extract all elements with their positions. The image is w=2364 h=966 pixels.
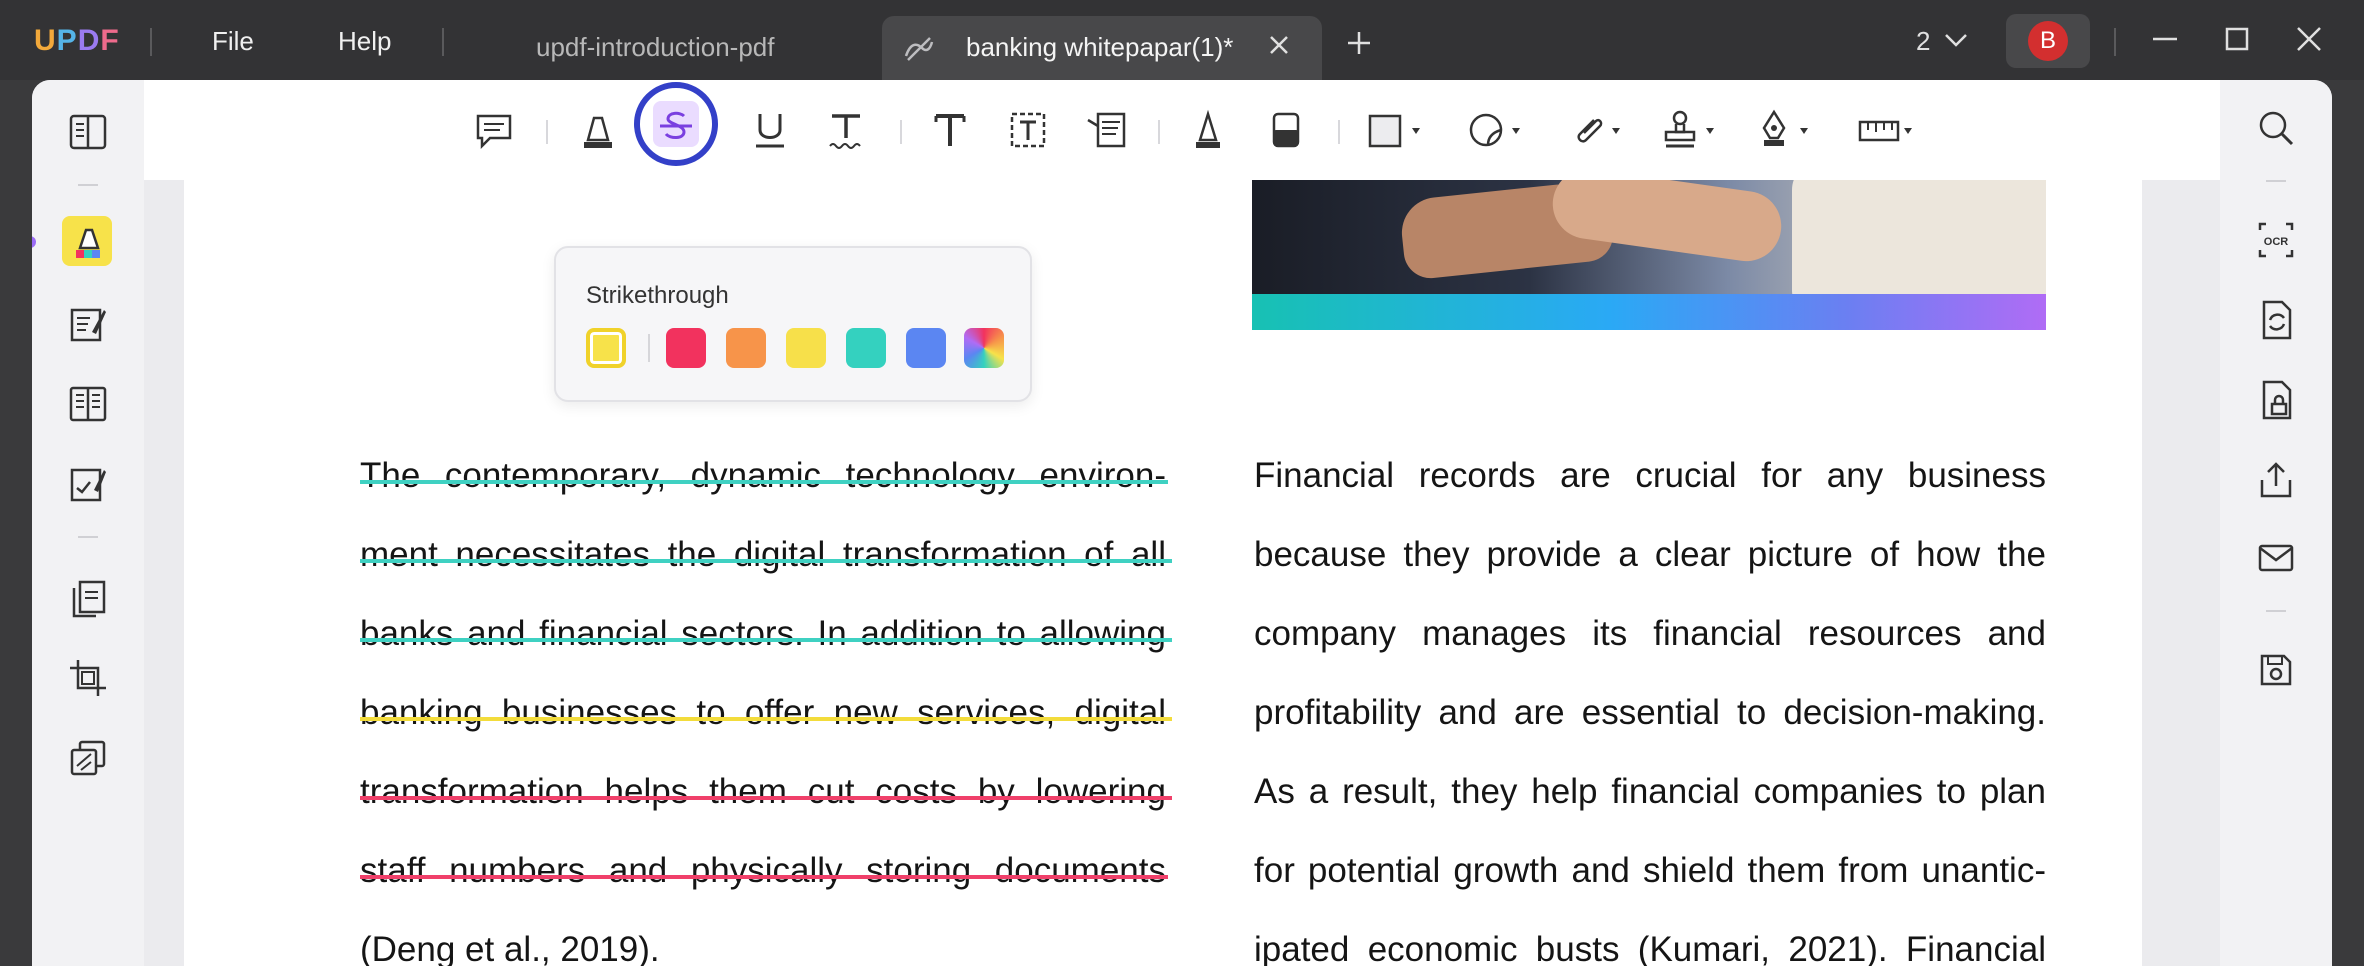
comment-highlighter-icon[interactable] [66, 220, 110, 269]
title-divider [150, 28, 152, 56]
title-divider [442, 28, 444, 56]
file-menu[interactable]: File [212, 26, 254, 57]
document-photo [1252, 180, 2046, 294]
close-tab-icon[interactable] [1268, 34, 1290, 61]
new-tab-plus-icon[interactable] [1346, 30, 1372, 61]
sidebar-divider [2266, 180, 2286, 182]
text-line[interactable]: staff numbers and physically storing doc… [360, 831, 1168, 910]
sidebar-divider [78, 184, 98, 186]
strikethrough-icon[interactable] [654, 104, 698, 153]
attachment-icon[interactable] [1566, 108, 1626, 157]
tab-banking-whitepaper[interactable]: banking whitepapar(1)* [882, 16, 1322, 80]
organize-pages-icon[interactable] [66, 576, 110, 625]
convert-icon[interactable] [2254, 298, 2298, 347]
eraser-icon[interactable] [1264, 108, 1308, 157]
text-box-icon[interactable] [1006, 108, 1050, 157]
text-line[interactable]: ipated economic busts (Kumari, 2021). Fi… [1254, 910, 2046, 966]
text-line[interactable]: Financial records are crucial for any bu… [1254, 436, 2046, 515]
ocr-icon[interactable]: OCR [2254, 218, 2298, 267]
stamp-icon[interactable] [1660, 108, 1720, 157]
signature-icon[interactable] [1754, 108, 1814, 157]
text-line[interactable]: banks and financial sectors. In addition… [360, 594, 1172, 673]
reader-icon[interactable] [66, 110, 110, 159]
left-sidebar [32, 80, 144, 966]
tab-label: banking whitepapar(1)* [966, 32, 1234, 62]
shape-icon[interactable] [1366, 108, 1426, 157]
sticker-icon[interactable] [1466, 108, 1526, 157]
text-line[interactable]: for potential growth and shield them fro… [1254, 831, 2046, 910]
underline-icon[interactable] [748, 108, 792, 157]
title-bar: UPDF File Help updf-introduction-pdf ban… [0, 0, 2364, 80]
color-swatch-blue[interactable] [906, 328, 946, 368]
active-indicator [32, 236, 36, 248]
color-swatch-orange[interactable] [726, 328, 766, 368]
strikethrough-color-popup: Strikethrough [554, 246, 1032, 402]
right-sidebar: OCR [2220, 80, 2332, 966]
page-layout-icon[interactable] [66, 382, 110, 431]
comment-icon[interactable] [472, 108, 516, 157]
right-text-column: Financial records are crucial for any bu… [1254, 436, 2046, 966]
text-line[interactable]: ment necessitates the digital transforma… [360, 515, 1172, 594]
minimize-icon[interactable] [2150, 24, 2180, 59]
highlight-icon[interactable] [576, 108, 620, 157]
document-canvas: The contemporary, dynamic technology env… [144, 80, 2220, 966]
edit-pdf-icon[interactable] [66, 302, 110, 351]
text-icon[interactable] [928, 108, 972, 157]
crop-icon[interactable] [66, 656, 110, 705]
user-avatar[interactable]: B [2006, 14, 2090, 68]
text-line[interactable]: As a result, they help financial compani… [1254, 752, 2046, 831]
comment-toolbar [144, 80, 2220, 180]
help-menu[interactable]: Help [338, 26, 391, 57]
squiggly-icon[interactable] [824, 108, 868, 157]
gradient-banner [1252, 294, 2046, 330]
title-divider [2114, 28, 2116, 56]
custom-color-picker[interactable] [964, 328, 1004, 368]
strikethrough-mark [360, 559, 1172, 563]
strikethrough-mark [360, 875, 1168, 879]
email-icon[interactable] [2254, 536, 2298, 585]
color-swatch-yellow[interactable] [786, 328, 826, 368]
color-swatch-teal[interactable] [846, 328, 886, 368]
text-line[interactable]: company manages its financial resources … [1254, 594, 2046, 673]
batch-icon[interactable] [66, 736, 110, 785]
updf-logo[interactable]: UPDF [34, 24, 120, 58]
text-line[interactable]: profitability and are essential to decis… [1254, 673, 2046, 752]
chevron-down-icon[interactable] [1944, 32, 1968, 53]
text-line[interactable]: banking businesses to offer new services… [360, 673, 1172, 752]
sidebar-divider [78, 536, 98, 538]
color-swatch-yellow-selected[interactable] [586, 328, 626, 368]
fill-sign-icon[interactable] [66, 462, 110, 511]
app-frame: The contemporary, dynamic technology env… [32, 80, 2332, 966]
strikethrough-mark [360, 480, 1168, 484]
avatar-initial: B [2028, 21, 2068, 61]
text-line[interactable]: because they provide a clear picture of … [1254, 515, 2046, 594]
edit-document-icon [902, 34, 936, 69]
text-line[interactable]: transformation helps them cut costs by l… [360, 752, 1172, 831]
text-callout-icon[interactable] [1084, 108, 1128, 157]
text-line[interactable]: (Deng et al., 2019). [360, 910, 1166, 966]
pencil-icon[interactable] [1186, 108, 1230, 157]
share-icon[interactable] [2254, 458, 2298, 507]
tab-updf-introduction[interactable]: updf-introduction-pdf [536, 32, 774, 63]
measure-icon[interactable] [1856, 108, 1916, 157]
sidebar-divider [2266, 610, 2286, 612]
save-icon[interactable] [2254, 648, 2298, 697]
strikethrough-mark [360, 796, 1172, 800]
maximize-icon[interactable] [2222, 24, 2252, 59]
protect-icon[interactable] [2254, 378, 2298, 427]
color-swatch-red[interactable] [666, 328, 706, 368]
close-window-icon[interactable] [2294, 24, 2324, 59]
left-text-column: The contemporary, dynamic technology env… [360, 436, 1172, 966]
strikethrough-mark [360, 717, 1172, 721]
page-count: 2 [1916, 26, 1931, 56]
strikethrough-mark [360, 638, 1172, 642]
search-icon[interactable] [2254, 106, 2298, 155]
text-line[interactable]: The contemporary, dynamic technology env… [360, 436, 1168, 515]
svg-text:OCR: OCR [2264, 236, 2289, 248]
popup-title: Strikethrough [586, 282, 729, 309]
